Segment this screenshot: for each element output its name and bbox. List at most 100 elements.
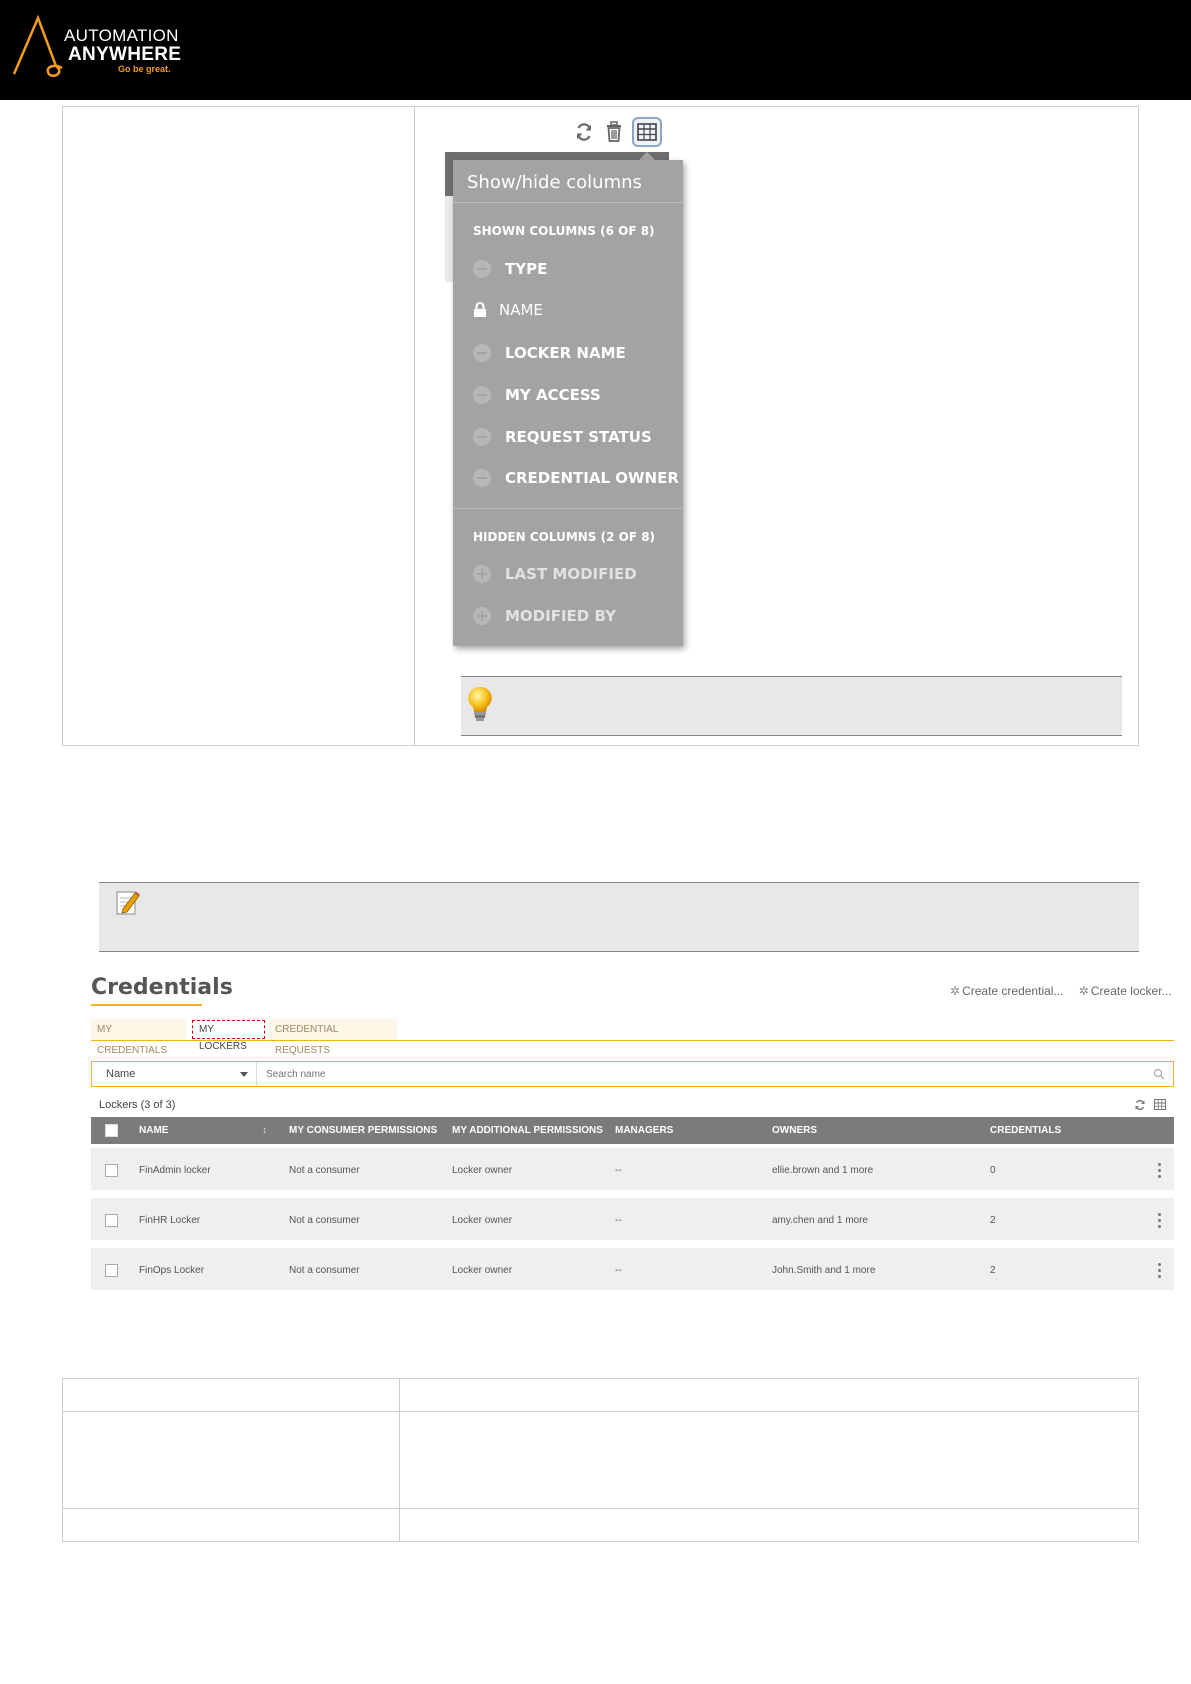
note-pencil-icon — [116, 891, 140, 915]
column-label: NAME — [499, 301, 543, 319]
search-field-select[interactable]: Name — [92, 1062, 257, 1086]
page-title: Credentials — [91, 975, 233, 1000]
lock-icon — [474, 302, 486, 317]
shown-column-type[interactable]: TYPE — [473, 258, 547, 280]
column-label: LOCKER NAME — [505, 344, 626, 362]
grid-toolbar — [570, 117, 662, 147]
refresh-icon[interactable] — [1134, 1099, 1146, 1111]
tab-my-lockers[interactable]: MY LOCKERS — [192, 1020, 265, 1052]
credentials-tabs: MY CREDENTIALS MY LOCKERS CREDENTIAL REQ… — [91, 1019, 1174, 1056]
search-input[interactable] — [266, 1066, 1146, 1082]
owners: John.Smith and 1 more — [772, 1265, 876, 1276]
table-row-divider — [63, 1508, 1138, 1509]
column-chooser-icon[interactable] — [1154, 1099, 1166, 1110]
list-toolbar — [1130, 1098, 1170, 1112]
logo-line-1: AUTOMATION — [64, 26, 179, 45]
tab-credential-requests[interactable]: CREDENTIAL REQUESTS — [269, 1019, 397, 1056]
refresh-icon — [576, 123, 592, 141]
additional-permissions: Locker owner — [452, 1265, 513, 1276]
credentials-count: 0 — [990, 1165, 996, 1176]
hidden-column-modified-by[interactable]: MODIFIED BY — [473, 605, 616, 627]
column-header-credentials[interactable]: CREDENTIALS — [990, 1117, 1061, 1144]
remove-column-icon — [473, 344, 491, 362]
shown-column-credential-owner[interactable]: CREDENTIAL OWNER — [473, 467, 679, 489]
row-actions-menu-icon[interactable] — [1158, 1163, 1162, 1179]
logo-tagline: Go be great. — [118, 64, 171, 74]
table-column-divider — [399, 1379, 400, 1541]
popup-title: Show/hide columns — [467, 172, 642, 193]
shown-column-locker-name[interactable]: LOCKER NAME — [473, 342, 626, 364]
trash-icon — [607, 121, 621, 142]
owners: ellie.brown and 1 more — [772, 1165, 874, 1176]
create-credential-label: Create credential... — [962, 984, 1064, 998]
locker-name[interactable]: FinOps Locker — [139, 1248, 204, 1294]
consumer-permissions: Not a consumer — [289, 1215, 360, 1226]
sort-icon[interactable]: ↕ — [262, 1117, 267, 1144]
popup-divider — [453, 508, 683, 509]
lockers-count: Lockers (3 of 3) — [99, 1099, 176, 1111]
doc-table-bottom — [62, 1378, 1139, 1542]
remove-column-icon — [473, 428, 491, 446]
column-label: MY ACCESS — [505, 386, 601, 404]
magic-wand-icon: ✲ — [1078, 984, 1089, 998]
create-credential-link[interactable]: ✲ Create credential... — [950, 984, 1069, 998]
search-bar: Name — [91, 1061, 1174, 1087]
locker-name[interactable]: FinAdmin locker — [139, 1148, 211, 1194]
shown-column-request-status[interactable]: REQUEST STATUS — [473, 426, 652, 448]
remove-column-icon — [473, 260, 491, 278]
create-locker-link[interactable]: ✲ Create locker... — [1079, 984, 1178, 998]
row-checkbox[interactable] — [105, 1214, 118, 1227]
column-label: CREDENTIAL OWNER — [505, 469, 679, 487]
managers: -- — [615, 1165, 622, 1176]
remove-column-icon — [473, 469, 491, 487]
add-column-icon — [473, 565, 491, 583]
show-hide-columns-popup: Show/hide columns SHOWN COLUMNS (6 OF 8)… — [453, 160, 683, 646]
column-label: MODIFIED BY — [505, 607, 616, 625]
search-icon[interactable] — [1153, 1068, 1165, 1080]
refresh-button[interactable] — [570, 118, 598, 146]
remove-column-icon — [473, 386, 491, 404]
column-chooser-button[interactable] — [632, 117, 662, 147]
row-checkbox[interactable] — [105, 1164, 118, 1177]
table-row[interactable]: FinAdmin locker Not a consumer Locker ow… — [91, 1148, 1174, 1194]
credentials-count: 2 — [990, 1215, 996, 1226]
delete-button[interactable] — [600, 118, 628, 146]
row-checkbox[interactable] — [105, 1264, 118, 1277]
table-column-divider — [414, 107, 415, 745]
hidden-columns-heading: HIDDEN COLUMNS (2 OF 8) — [473, 530, 656, 544]
tip-box — [461, 676, 1122, 736]
add-column-icon — [473, 607, 491, 625]
magic-wand-icon: ✲ — [950, 984, 961, 998]
managers: -- — [615, 1215, 622, 1226]
search-field-value: Name — [106, 1068, 136, 1080]
popup-divider — [453, 202, 683, 203]
title-underline — [91, 1004, 202, 1006]
column-header-consumer-permissions[interactable]: MY CONSUMER PERMISSIONS — [289, 1117, 437, 1144]
column-header-additional-permissions[interactable]: MY ADDITIONAL PERMISSIONS — [452, 1117, 603, 1144]
column-header-owners[interactable]: OWNERS — [772, 1117, 817, 1144]
column-chooser-icon — [637, 123, 657, 141]
select-all-checkbox[interactable] — [105, 1124, 118, 1137]
table-row[interactable]: FinHR Locker Not a consumer Locker owner… — [91, 1198, 1174, 1244]
logo-line-2: ANYWHERE — [68, 44, 182, 65]
tab-my-credentials[interactable]: MY CREDENTIALS — [91, 1019, 186, 1056]
chevron-down-icon — [240, 1072, 248, 1077]
logo-a-mark-icon — [12, 14, 63, 77]
header-banner: AUTOMATION ANYWHERE Go be great. — [0, 0, 1191, 100]
row-actions-menu-icon[interactable] — [1158, 1263, 1162, 1279]
shown-columns-heading: SHOWN COLUMNS (6 OF 8) — [473, 224, 655, 238]
table-row-divider — [63, 1411, 1138, 1412]
shown-column-my-access[interactable]: MY ACCESS — [473, 384, 601, 406]
credentials-count: 2 — [990, 1265, 996, 1276]
consumer-permissions: Not a consumer — [289, 1265, 360, 1276]
locker-name[interactable]: FinHR Locker — [139, 1198, 200, 1244]
lockers-table-header: NAME ↕ MY CONSUMER PERMISSIONS MY ADDITI… — [91, 1117, 1174, 1144]
column-header-name[interactable]: NAME — [139, 1117, 168, 1144]
table-row[interactable]: FinOps Locker Not a consumer Locker owne… — [91, 1248, 1174, 1294]
hidden-column-last-modified[interactable]: LAST MODIFIED — [473, 563, 637, 585]
create-actions: ✲ Create credential... ✲ Create locker... — [950, 984, 1184, 998]
create-locker-label: Create locker... — [1090, 984, 1172, 998]
row-actions-menu-icon[interactable] — [1158, 1213, 1162, 1229]
column-header-managers[interactable]: MANAGERS — [615, 1117, 673, 1144]
managers: -- — [615, 1265, 622, 1276]
